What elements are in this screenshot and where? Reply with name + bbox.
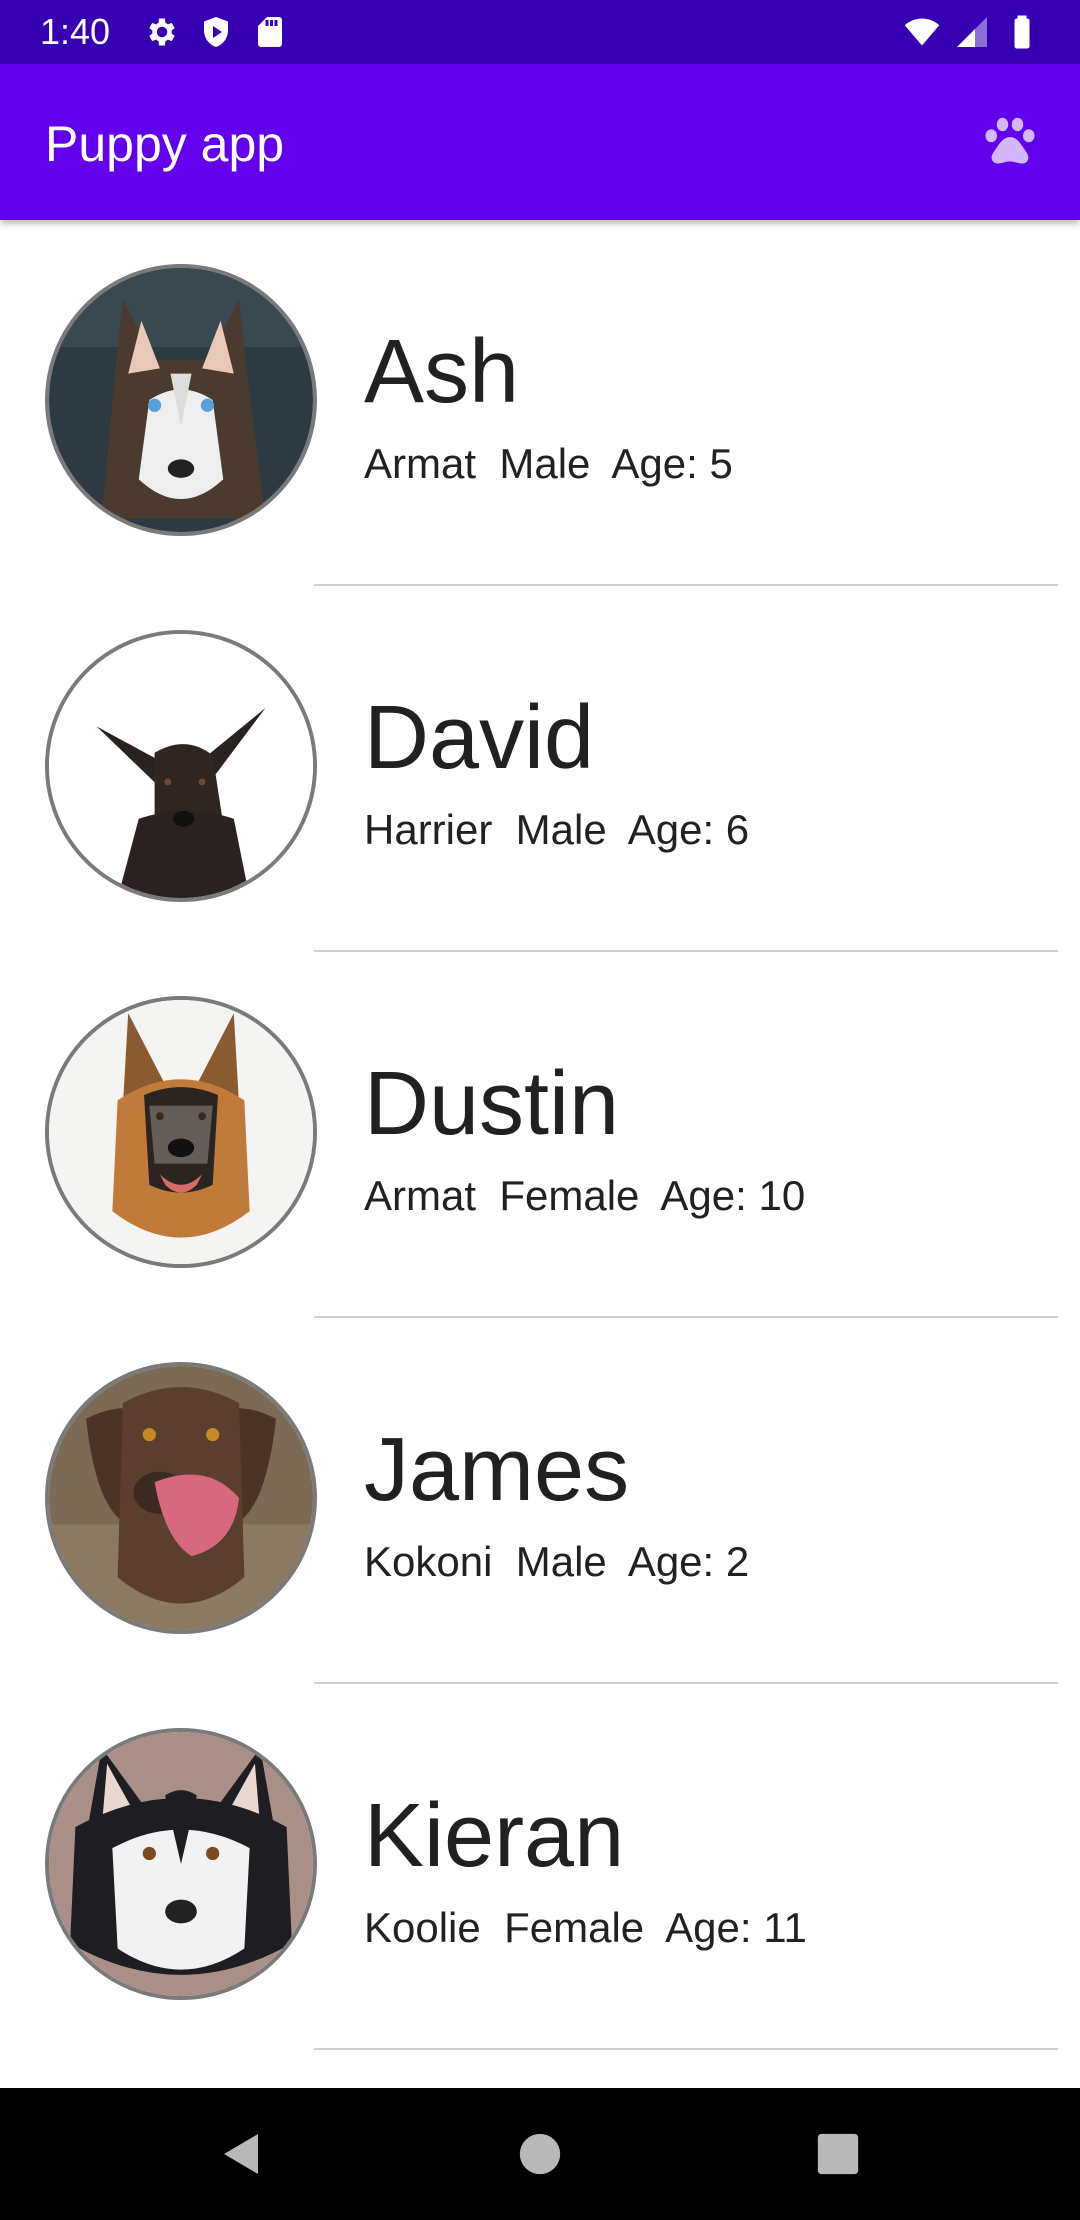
puppy-list-item[interactable]: David Harrier Male Age: 6 [0, 586, 1080, 952]
puppy-list-item[interactable]: James Kokoni Male Age: 2 [0, 1318, 1080, 1684]
battery-icon [1014, 15, 1030, 49]
paw-icon [985, 117, 1035, 164]
puppy-name: David [364, 688, 595, 788]
app-title: Puppy app [45, 116, 285, 172]
puppy-avatar [45, 1728, 317, 2000]
puppy-name: Kieran [364, 1786, 625, 1886]
puppy-list[interactable]: Ash Armat Male Age: 5 David Harrier Male… [0, 220, 1080, 2088]
puppy-info: Harrier Male Age: 6 [364, 806, 750, 853]
recents-button[interactable] [808, 2124, 868, 2184]
list-divider [314, 2048, 1058, 2050]
back-button[interactable] [210, 2124, 270, 2184]
husky-icon [49, 268, 313, 532]
status-left-icons [144, 14, 288, 50]
puppy-info: Kokoni Male Age: 2 [364, 1538, 750, 1585]
puppy-list-item[interactable]: Ash Armat Male Age: 5 [0, 220, 1080, 586]
puppy-name: Dustin [364, 1054, 620, 1154]
puppy-info: Armat Male Age: 5 [364, 440, 733, 487]
puppy-name: Ash [364, 322, 520, 422]
puppy-name: James [364, 1420, 630, 1520]
puppy-avatar [45, 1362, 317, 1634]
gear-icon [149, 18, 175, 46]
sd-card-icon [258, 17, 282, 47]
paw-button[interactable] [970, 102, 1050, 182]
puppy-list-item[interactable]: Kieran Koolie Female Age: 11 [0, 1684, 1080, 2050]
black-shepherd-icon [49, 634, 313, 898]
app-bar: Puppy app [0, 64, 1080, 220]
malamute-icon [49, 1732, 313, 1996]
home-icon [519, 2133, 561, 2175]
home-button[interactable] [510, 2124, 570, 2184]
puppy-info: Armat Female Age: 10 [364, 1172, 806, 1219]
puppy-app-screen: 1:40 Puppy app Ash Armat Male Age: 5 Dav… [0, 0, 1080, 2220]
status-right-icons [904, 14, 1040, 50]
puppy-avatar [45, 264, 317, 536]
puppy-avatar [45, 630, 317, 902]
status-time: 1:40 [40, 11, 111, 52]
signal-icon [957, 17, 987, 47]
puppy-info: Koolie Female Age: 11 [364, 1904, 807, 1951]
puppy-avatar [45, 996, 317, 1268]
status-bar: 1:40 [0, 0, 1080, 64]
wifi-icon [904, 18, 940, 46]
navigation-bar [0, 2088, 1080, 2220]
puppy-list-item[interactable]: Dustin Armat Female Age: 10 [0, 952, 1080, 1318]
chocolate-lab-icon [49, 1366, 313, 1630]
recents-icon [817, 2133, 859, 2175]
german-shepherd-icon [49, 1000, 313, 1264]
back-icon [224, 2134, 258, 2174]
shield-icon [204, 17, 228, 47]
